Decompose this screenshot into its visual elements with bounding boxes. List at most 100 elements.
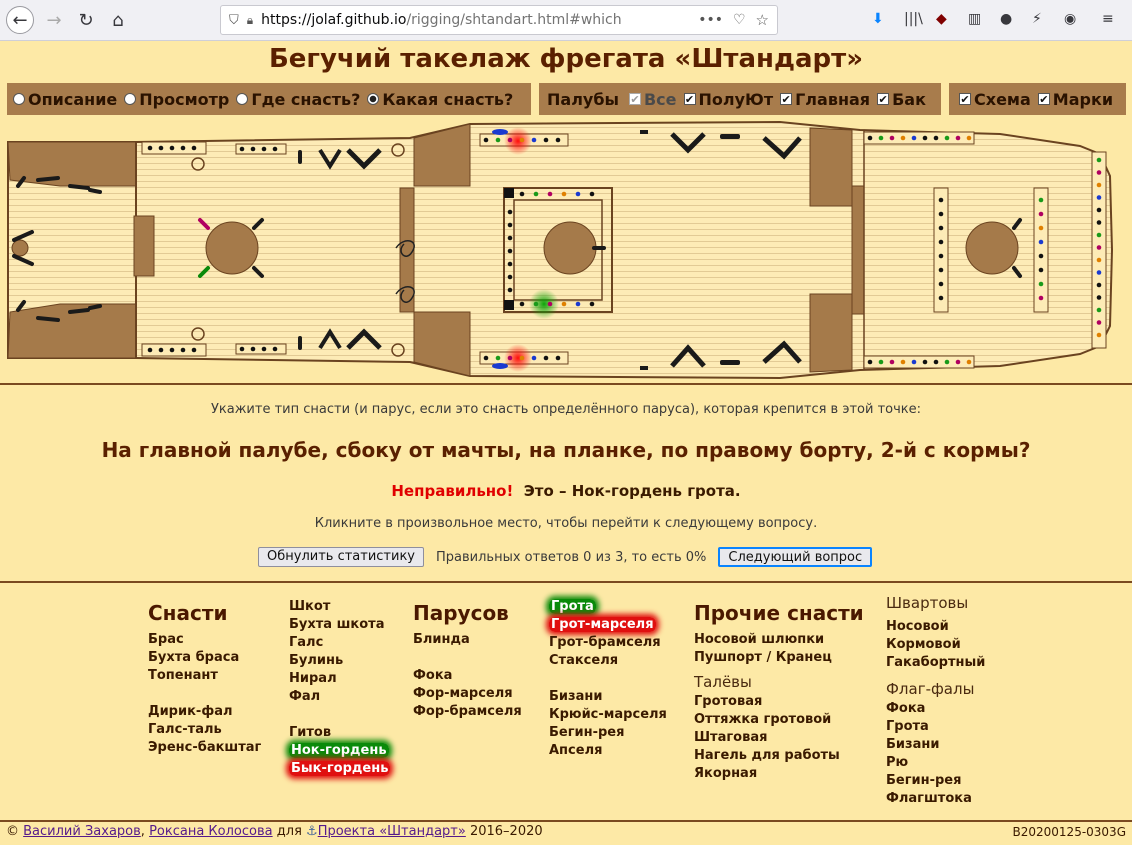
reference-item[interactable]: Гротовая [694, 693, 864, 711]
belaying-pin[interactable] [900, 135, 906, 141]
more-icon[interactable]: ••• [698, 12, 723, 28]
belaying-pin[interactable] [158, 347, 164, 353]
fore-fife-rail-left[interactable] [933, 187, 949, 313]
menu-icon[interactable]: ≡ [1102, 11, 1114, 27]
mode-option-where[interactable]: Где снасть? [236, 90, 360, 109]
belaying-pin[interactable] [1038, 253, 1044, 259]
mode-option-which[interactable]: Какая снасть? [367, 90, 513, 109]
ublock-icon[interactable]: ◆ [936, 11, 947, 27]
performance-icon[interactable]: ⚡ [1032, 11, 1042, 27]
belaying-pin[interactable] [867, 135, 873, 141]
belaying-pin[interactable] [1096, 220, 1102, 225]
checkbox-icon[interactable]: ✔ [780, 93, 793, 105]
belaying-pin[interactable] [944, 135, 950, 141]
reference-item[interactable]: Грот-брамселя [549, 634, 667, 652]
belaying-pin[interactable] [1096, 182, 1102, 188]
belaying-pin[interactable] [922, 359, 928, 365]
deck-poop-checkbox[interactable]: ✔ ПолуЮт [683, 90, 773, 109]
scheme-checkbox[interactable]: ✔ Схема [959, 90, 1031, 109]
reference-item[interactable]: Бухта браса [148, 649, 261, 667]
reference-item[interactable]: Эренс-бакштаг [148, 739, 261, 757]
back-button[interactable]: ← [6, 6, 34, 34]
belaying-pin[interactable] [966, 135, 972, 141]
reference-item[interactable]: Кормовой [886, 636, 985, 654]
belaying-pin[interactable] [250, 346, 256, 352]
fore-fife-rail-right[interactable] [1033, 187, 1049, 313]
belaying-pin[interactable] [272, 146, 278, 152]
belaying-pin[interactable] [938, 197, 944, 203]
marks-checkbox[interactable]: ✔ Марки [1037, 90, 1113, 109]
belaying-pin[interactable] [938, 295, 944, 301]
belaying-pin[interactable] [561, 301, 567, 307]
belaying-pin[interactable] [261, 346, 267, 352]
belaying-pin[interactable] [878, 135, 884, 141]
belaying-pin[interactable] [261, 146, 267, 152]
belaying-pin[interactable] [944, 359, 950, 365]
belaying-pin[interactable] [1096, 307, 1102, 313]
reference-item[interactable]: Носовой шлюпки [694, 631, 864, 649]
belaying-pin[interactable] [519, 301, 525, 307]
next-question-button[interactable]: Следующий вопрос [718, 547, 873, 567]
marker-blue[interactable] [492, 129, 508, 135]
reference-item[interactable]: Флагштока [886, 790, 985, 808]
belaying-pin[interactable] [911, 359, 917, 365]
belaying-pin[interactable] [483, 355, 489, 361]
belaying-pin[interactable] [547, 301, 553, 307]
belaying-pin[interactable] [507, 287, 513, 293]
belaying-pin[interactable] [507, 261, 513, 267]
checkbox-icon[interactable]: ✔ [959, 93, 971, 105]
belaying-pin[interactable] [1038, 281, 1044, 287]
reference-item[interactable]: Булинь [289, 652, 390, 670]
belaying-pin[interactable] [555, 355, 561, 361]
belaying-pin[interactable] [1096, 282, 1102, 288]
reference-item[interactable]: Якорная [694, 765, 864, 783]
reset-stats-button[interactable]: Обнулить статистику [258, 547, 424, 567]
belaying-pin[interactable] [1096, 207, 1102, 213]
reference-item[interactable]: Стакселя [549, 652, 667, 670]
belaying-pin[interactable] [169, 145, 175, 151]
belaying-pin[interactable] [1038, 267, 1044, 273]
reference-item[interactable]: Бегин-рея [549, 724, 667, 742]
belaying-pin[interactable] [180, 347, 186, 353]
belaying-pin[interactable] [1096, 245, 1102, 250]
reference-item[interactable]: Гитов [289, 724, 390, 742]
reference-item[interactable]: Галс [289, 634, 390, 652]
author-link[interactable]: Роксана Колосова [149, 824, 273, 839]
account-icon[interactable]: ◉ [1064, 11, 1076, 27]
pocket-icon[interactable]: ♡ [733, 12, 746, 28]
belaying-pin[interactable] [1096, 257, 1102, 263]
reference-item[interactable]: Бизани [886, 736, 985, 754]
belaying-pin[interactable] [589, 191, 595, 197]
belaying-pin[interactable] [1096, 170, 1102, 175]
belaying-pin[interactable] [507, 274, 513, 280]
reference-item[interactable]: Фор-брамселя [413, 703, 522, 721]
belaying-pin[interactable] [955, 135, 961, 141]
reference-item[interactable]: Дирик-фал [148, 703, 261, 721]
belaying-pin[interactable] [147, 145, 153, 151]
project-link[interactable]: Проекта «Штандарт» [318, 824, 466, 839]
belaying-pin[interactable] [531, 137, 537, 143]
reference-item[interactable]: Бегин-рея [886, 772, 985, 790]
belaying-pin[interactable] [147, 347, 153, 353]
radio-icon[interactable] [124, 93, 137, 105]
belaying-pin[interactable] [547, 191, 553, 197]
reference-item[interactable]: Бухта шкота [289, 616, 390, 634]
belaying-pin[interactable] [507, 355, 513, 361]
belaying-pin[interactable] [1096, 232, 1102, 238]
belaying-pin[interactable] [543, 137, 549, 143]
belaying-pin[interactable] [878, 359, 884, 365]
belaying-pin[interactable] [1096, 295, 1102, 300]
belaying-pin[interactable] [1096, 195, 1102, 200]
belaying-pin[interactable] [272, 346, 278, 352]
belaying-pin[interactable] [575, 191, 581, 197]
reference-item[interactable]: Бык-гордень [289, 760, 391, 778]
reference-item[interactable]: Фал [289, 688, 390, 706]
deck-all-checkbox[interactable]: ✔ Все [628, 90, 677, 109]
reference-item[interactable]: Оттяжка гротовой [694, 711, 864, 729]
reference-item[interactable]: Грота [886, 718, 985, 736]
reference-item[interactable]: Гакабортный [886, 654, 985, 672]
reference-item[interactable]: Пушпорт / Кранец [694, 649, 864, 667]
checkbox-icon[interactable]: ✔ [877, 93, 890, 105]
url-bar[interactable]: ⛉ 🔒︎ https://jolaf.github.io/rigging/sht… [220, 5, 778, 35]
reference-item[interactable]: Рю [886, 754, 985, 772]
